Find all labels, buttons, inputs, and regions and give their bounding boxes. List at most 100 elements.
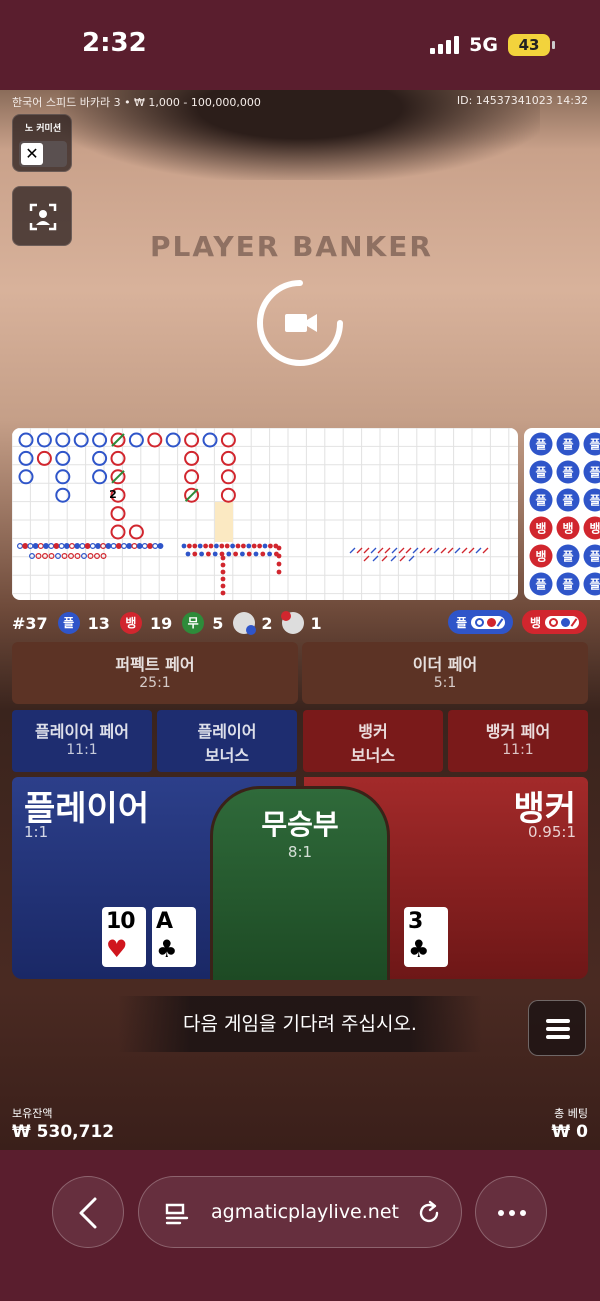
tie-bet-area[interactable]: 무승부 8:1 [210, 786, 390, 980]
small-road-slash [370, 547, 377, 554]
game-area: PLAYER BANKER 한국어 스피드 바카라 3 • ₩ 1,000 - … [0, 90, 600, 1150]
cockroach-mark [220, 583, 226, 589]
cockroach-mark [199, 551, 205, 557]
cockroach-mark [233, 551, 239, 557]
banker-bonus-bet[interactable]: 뱅커 보너스 [303, 710, 443, 772]
back-button[interactable] [52, 1176, 124, 1248]
count-mark: 2 [109, 488, 117, 501]
small-road-slash [419, 547, 426, 554]
reload-icon[interactable] [415, 1199, 443, 1227]
predict-banker-label: 뱅 [530, 615, 542, 630]
bead-plate-label: 플 [535, 493, 546, 508]
small-road-mark [152, 542, 159, 549]
small-road-mark [68, 542, 75, 549]
small-road-mark [67, 552, 74, 559]
cockroach-mark [230, 543, 236, 549]
small-road-mark [74, 542, 81, 549]
banker-bonus-line2: 보너스 [350, 746, 396, 765]
cockroach-mark [276, 561, 282, 567]
cockroach-mark [181, 543, 187, 549]
roadmap-board[interactable]: 2 [12, 428, 518, 600]
bead-plate-label: 플 [589, 549, 600, 564]
bead-plate-label: 플 [589, 577, 600, 592]
predict-banker-button[interactable]: 뱅 [522, 610, 588, 634]
cockroach-mark [219, 543, 225, 549]
tie-odds: 8:1 [287, 843, 313, 861]
cockroach-mark [219, 551, 225, 557]
banker-pair-count: 1 [310, 613, 322, 633]
predict-player-button[interactable]: 플 [448, 610, 514, 634]
small-road-mark [42, 552, 49, 559]
toggle-track[interactable]: ✕ [19, 141, 67, 167]
no-commission-toggle[interactable]: 노 커미션 ✕ [12, 114, 72, 172]
bead-plate-label: 플 [535, 465, 546, 480]
bead-plate-grid: 플 플 플플 플 플플 플 플뱅 뱅 뱅뱅 플 플플 플 플 [529, 432, 600, 596]
small-road-mark [110, 542, 117, 549]
small-road-slash [440, 547, 447, 554]
bead-plate-label: 뱅 [535, 549, 546, 564]
total-bet-label: 총 베팅 [554, 1107, 588, 1120]
cockroach-mark [220, 562, 226, 568]
small-road-mark [37, 542, 44, 549]
cockroach-mark [251, 543, 257, 549]
small-road-mark [115, 542, 122, 549]
perfect-pair-label: 퍼펙트 페어 [115, 655, 195, 674]
small-road-mark [131, 542, 138, 549]
bead-plate-label: 플 [562, 437, 573, 452]
bead-road: 2 [12, 428, 518, 600]
player-bonus-bet[interactable]: 플레이어 보너스 [157, 710, 297, 772]
small-road-slash [349, 547, 356, 554]
cockroach-mark [276, 553, 282, 559]
bead-plate-label: 뱅 [562, 521, 573, 536]
small-road-mark [48, 542, 55, 549]
bead-plate-label: 플 [562, 465, 573, 480]
predict-player-icons [471, 615, 506, 629]
cockroach-mark [197, 543, 203, 549]
heart-icon: ♥ [106, 935, 128, 963]
either-pair-bet[interactable]: 이더 페어 5:1 [302, 642, 588, 704]
more-button[interactable] [475, 1176, 547, 1248]
small-road-mark [105, 542, 112, 549]
bead-plate-label: 플 [562, 549, 573, 564]
small-road-mark [94, 542, 101, 549]
cockroach-mark [192, 543, 198, 549]
player-bonus-line1: 플레이어 [197, 722, 257, 741]
menu-icon [546, 1035, 570, 1039]
cockroach-mark [208, 543, 214, 549]
banker-pair-bet[interactable]: 뱅커 페어 11:1 [448, 710, 588, 772]
signal-icon [430, 36, 460, 54]
player-badge: 플 [57, 612, 80, 634]
cockroach-mark [257, 543, 262, 549]
menu-button[interactable] [528, 1000, 586, 1056]
bead-plate-label: 플 [589, 465, 600, 480]
player-pair-count: 2 [261, 613, 273, 633]
game-id: ID: 14537341023 14:32 [456, 94, 588, 107]
more-icon [498, 1210, 526, 1216]
banker-badge: 뱅 [119, 612, 142, 634]
player-pair-bet[interactable]: 플레이어 페어 11:1 [12, 710, 152, 772]
cockroach-mark [268, 543, 273, 549]
url-text: agmaticplaylive.net [211, 1201, 399, 1223]
cockroach-mark [240, 551, 245, 557]
cockroach-mark [214, 543, 219, 549]
small-road-mark [79, 542, 86, 549]
cockroach-mark [192, 551, 198, 557]
player-count: 13 [87, 613, 110, 633]
highlight-cell [215, 502, 233, 542]
card-rank: 3 [408, 909, 423, 934]
table-info: 한국어 스피드 바카라 3 • ₩ 1,000 - 100,000,000 [12, 96, 261, 109]
address-bar[interactable]: agmaticplaylive.net [138, 1176, 462, 1248]
small-road-slash [426, 547, 433, 554]
tie-label: 무승부 [261, 808, 339, 841]
person-frame-icon [29, 203, 57, 231]
small-road-mark [126, 542, 133, 549]
browser-toolbar: agmaticplaylive.net [0, 1150, 600, 1301]
balance-label: 보유잔액 [12, 1107, 53, 1120]
small-road-mark [54, 552, 61, 559]
bead-plate[interactable]: 플플플플플플플플플뱅뱅뱅뱅플플플플플 [524, 428, 600, 600]
bead-plate-label: 뱅 [535, 521, 546, 536]
small-road-slash [363, 547, 370, 554]
player-pair-icon [233, 612, 257, 635]
perfect-pair-bet[interactable]: 퍼펙트 페어 25:1 [12, 642, 298, 704]
video-view-button[interactable] [12, 186, 72, 246]
